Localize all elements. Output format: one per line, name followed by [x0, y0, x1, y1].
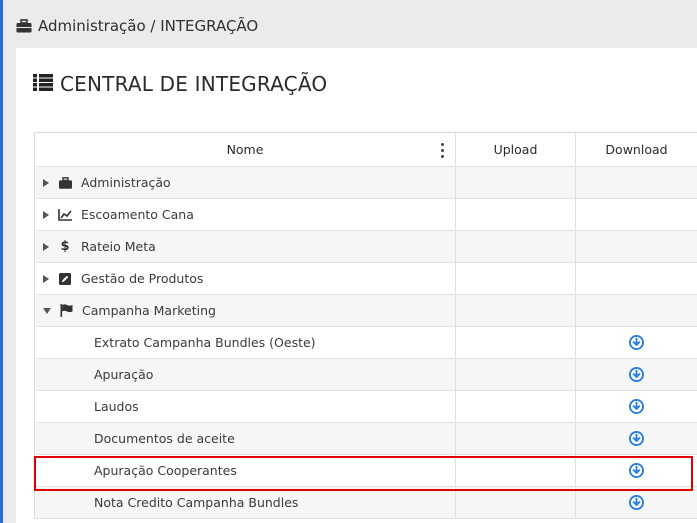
list-icon	[33, 72, 53, 96]
column-header-download[interactable]: Download	[576, 133, 697, 167]
dollar-icon: $	[60, 239, 70, 254]
tree-row-label: Apuração	[35, 359, 456, 391]
tree-row-escoamento-cana[interactable]: Escoamento Cana	[35, 199, 697, 231]
tree-row-rateio-meta[interactable]: $ Rateio Meta	[35, 231, 697, 263]
column-header-label: Nome	[226, 142, 264, 157]
download-icon[interactable]	[629, 399, 644, 414]
briefcase-icon	[58, 176, 72, 190]
page-title-text: CENTRAL DE INTEGRAÇÃO	[60, 72, 328, 96]
briefcase-icon	[16, 19, 32, 33]
column-header-nome[interactable]: Nome	[35, 133, 456, 167]
tree-row-label: Administração	[81, 175, 171, 190]
tree-row-apuracao[interactable]: Apuração	[35, 359, 697, 391]
table-header: Nome Upload Download	[35, 133, 697, 167]
expand-arrow-icon[interactable]	[43, 210, 49, 219]
tree-row-laudos[interactable]: Laudos	[35, 391, 697, 423]
column-header-upload[interactable]: Upload	[456, 133, 576, 167]
integration-panel: CENTRAL DE INTEGRAÇÃO Nome Upload Downlo…	[16, 48, 697, 523]
edit-icon	[58, 272, 72, 286]
tree-row-gestao-produtos[interactable]: Gestão de Produtos	[35, 263, 697, 295]
column-menu-icon[interactable]	[441, 143, 445, 158]
tree-row-label: Laudos	[35, 391, 456, 423]
tree-row-nota-credito[interactable]: Nota Credito Campanha Bundles	[35, 487, 697, 519]
tree-row-campanha-marketing[interactable]: Campanha Marketing	[35, 295, 697, 327]
tree-row-documentos-aceite[interactable]: Documentos de aceite	[35, 423, 697, 455]
breadcrumb-text: Administração / INTEGRAÇÃO	[38, 17, 259, 35]
expand-arrow-icon[interactable]	[43, 242, 49, 251]
line-chart-icon	[58, 208, 72, 222]
download-icon[interactable]	[629, 431, 644, 446]
expand-arrow-icon[interactable]	[43, 178, 49, 187]
page-title: CENTRAL DE INTEGRAÇÃO	[33, 72, 327, 96]
tree-row-label: Gestão de Produtos	[81, 271, 204, 286]
flag-icon	[59, 304, 73, 318]
tree-row-label: Escoamento Cana	[81, 207, 194, 222]
tree-row-label: Campanha Marketing	[82, 303, 216, 318]
tree-row-label: Documentos de aceite	[35, 423, 456, 455]
tree-row-label: Extrato Campanha Bundles (Oeste)	[35, 327, 456, 359]
tree-row-label: Nota Credito Campanha Bundles	[35, 487, 456, 519]
tree-row-extrato-campanha[interactable]: Extrato Campanha Bundles (Oeste)	[35, 327, 697, 359]
highlight-box	[34, 456, 693, 491]
breadcrumb: Administração / INTEGRAÇÃO	[16, 14, 258, 38]
tree-row-administracao[interactable]: Administração	[35, 167, 697, 199]
left-accent-bar	[0, 0, 3, 523]
tree-row-label: Rateio Meta	[81, 239, 156, 254]
download-icon[interactable]	[629, 495, 644, 510]
expand-arrow-icon[interactable]	[43, 274, 49, 283]
download-icon[interactable]	[629, 367, 644, 382]
download-icon[interactable]	[629, 335, 644, 350]
collapse-arrow-icon[interactable]	[43, 307, 51, 314]
